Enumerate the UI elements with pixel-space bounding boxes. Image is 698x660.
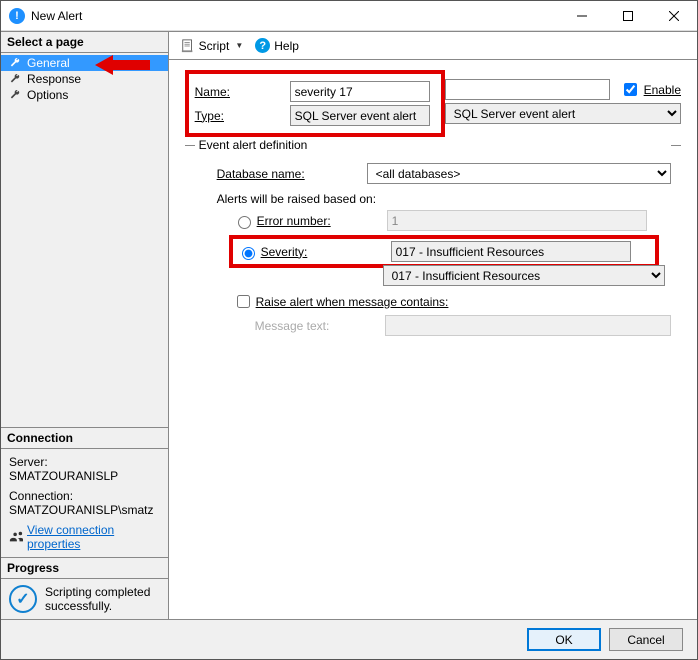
page-item-response[interactable]: Response (1, 71, 168, 87)
minimize-button[interactable] (559, 1, 605, 31)
message-text-input (385, 315, 671, 336)
server-value: SMATZOURANISLP (9, 469, 160, 483)
database-label: Database name: (217, 167, 367, 181)
name-input-ext[interactable] (445, 79, 610, 100)
help-icon: ? (255, 38, 270, 53)
type-select-visible: SQL Server event alert (290, 105, 430, 126)
titlebar: ! New Alert (1, 1, 697, 31)
wrench-icon (9, 73, 21, 85)
help-label: Help (274, 39, 299, 53)
main-content: Script ▼ ? Help Name: Type: (169, 32, 697, 619)
event-alert-fieldset: Event alert definition Database name: <a… (185, 145, 681, 349)
server-label: Server: (9, 455, 160, 469)
page-list: General Response Options (1, 53, 168, 105)
page-item-options[interactable]: Options (1, 87, 168, 103)
severity-select-full[interactable]: 017 - Insufficient Resources (383, 265, 665, 286)
severity-select-visible: 017 - Insufficient Resources (391, 241, 631, 262)
script-icon (181, 39, 195, 53)
error-number-label: Error number: (257, 214, 387, 228)
wrench-icon (9, 89, 21, 101)
connection-link-label: View connection properties (27, 523, 160, 551)
view-connection-properties-link[interactable]: View connection properties (9, 523, 160, 551)
type-select[interactable]: SQL Server event alert (445, 103, 681, 124)
error-number-radio[interactable] (238, 216, 251, 229)
page-item-label: Options (27, 88, 68, 102)
window-controls (559, 1, 697, 31)
check-circle-icon: ✓ (9, 585, 37, 613)
database-select[interactable]: <all databases> (367, 163, 671, 184)
enable-label: Enable (644, 83, 681, 97)
page-item-label: General (27, 56, 70, 70)
raise-label: Raise alert when message contains: (256, 295, 449, 309)
connection-section: Connection Server: SMATZOURANISLP Connec… (1, 427, 168, 557)
progress-section: Progress ✓ Scripting completed successfu… (1, 557, 168, 619)
maximize-button[interactable] (605, 1, 651, 31)
severity-radio[interactable] (242, 247, 255, 260)
dialog-footer: OK Cancel (1, 619, 697, 659)
severity-highlight: Severity: 017 - Insufficient Resources (229, 235, 659, 268)
fieldset-legend: Event alert definition (195, 138, 671, 152)
raise-checkbox[interactable] (237, 295, 250, 308)
toolbar: Script ▼ ? Help (169, 32, 697, 60)
severity-label: Severity: (261, 245, 391, 259)
name-input[interactable] (290, 81, 430, 102)
page-item-general[interactable]: General (1, 55, 168, 71)
people-icon (9, 530, 23, 544)
connection-value: SMATZOURANISLP\smatz (9, 503, 160, 517)
alert-icon: ! (9, 8, 25, 24)
cancel-button[interactable]: Cancel (609, 628, 683, 651)
close-button[interactable] (651, 1, 697, 31)
progress-status: Scripting completed successfully. (45, 585, 160, 613)
enable-checkbox[interactable] (624, 83, 637, 96)
chevron-down-icon: ▼ (235, 41, 243, 50)
type-label: Type: (195, 109, 290, 123)
progress-header: Progress (1, 558, 168, 579)
page-item-label: Response (27, 72, 81, 86)
script-button[interactable]: Script ▼ (177, 37, 248, 55)
name-label: Name: (195, 85, 290, 99)
error-number-input (387, 210, 647, 231)
ok-button[interactable]: OK (527, 628, 601, 651)
message-text-label: Message text: (255, 319, 385, 333)
help-button[interactable]: ? Help (251, 36, 303, 55)
based-on-label: Alerts will be raised based on: (217, 192, 376, 206)
connection-header: Connection (1, 428, 168, 449)
select-page-header: Select a page (1, 32, 168, 53)
connection-label: Connection: (9, 489, 160, 503)
enable-checkbox-wrap[interactable]: Enable (620, 80, 681, 99)
left-panel: Select a page General Response Options (1, 32, 169, 619)
name-type-highlight: Name: Type: SQL Server event alert (185, 70, 445, 137)
window-title: New Alert (31, 9, 559, 23)
script-label: Script (199, 39, 230, 53)
wrench-icon (9, 57, 21, 69)
